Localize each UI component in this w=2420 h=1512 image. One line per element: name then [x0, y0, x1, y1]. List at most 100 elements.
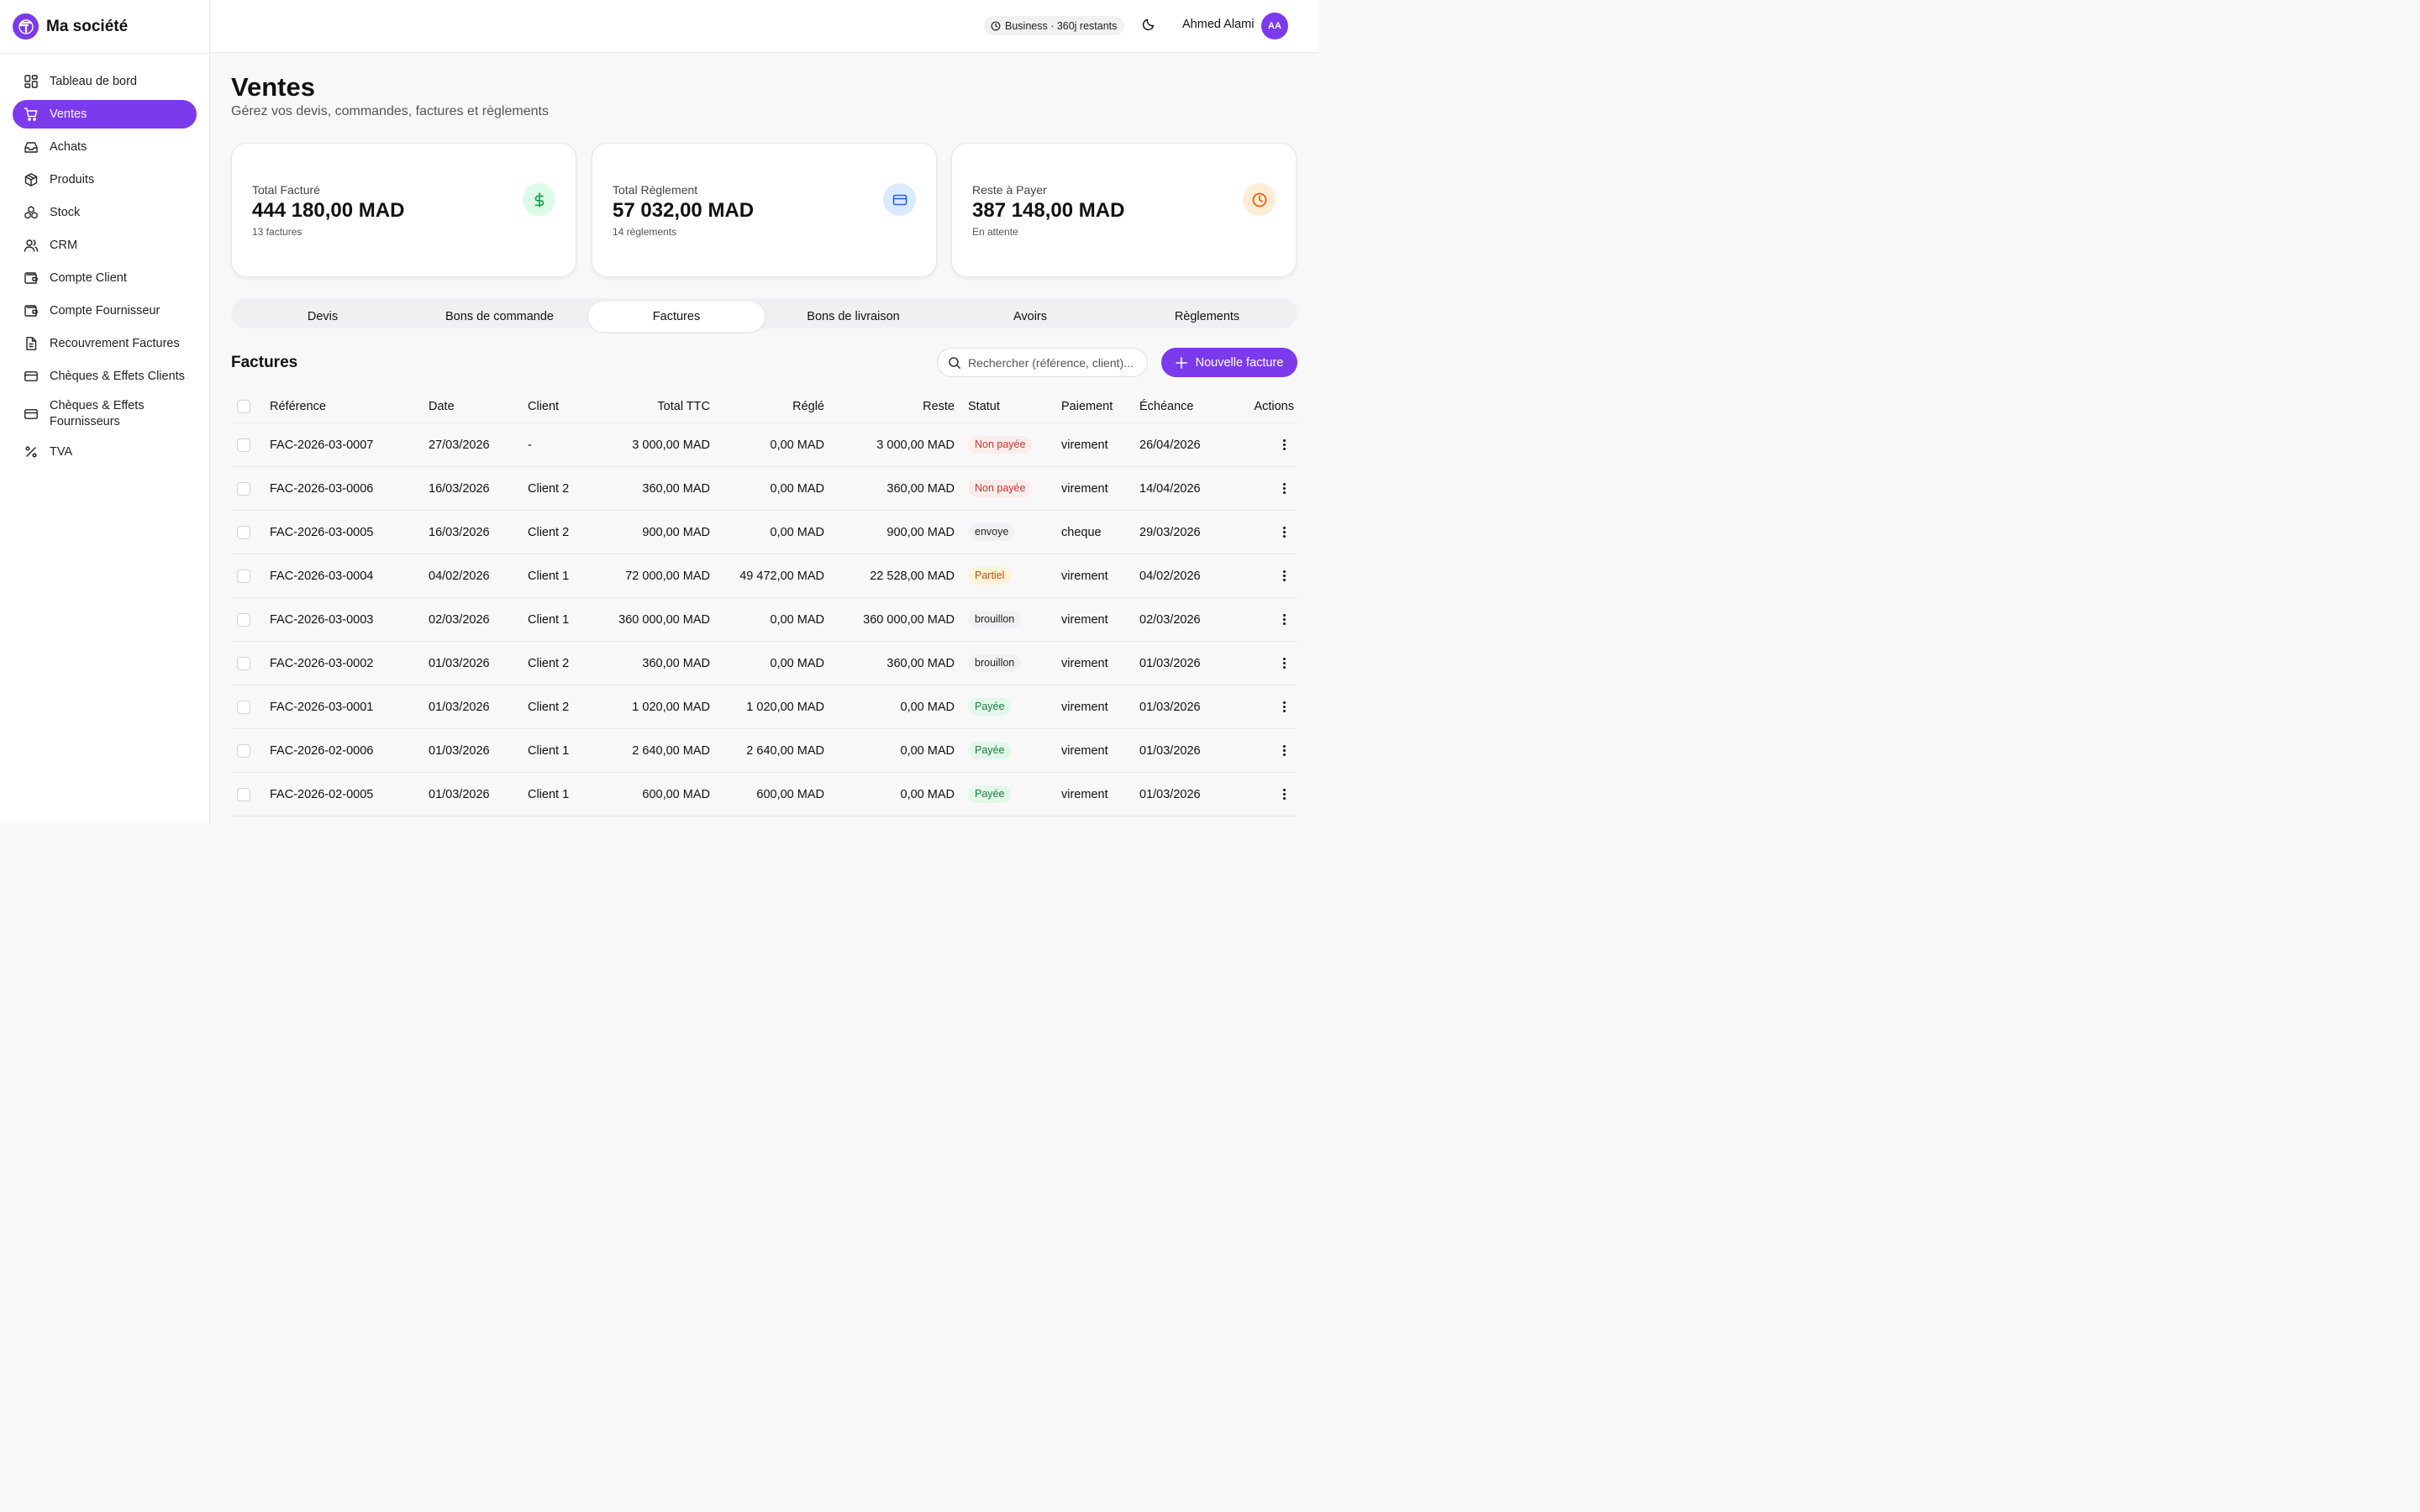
tab-bons-de-commande[interactable]: Bons de commande: [412, 302, 588, 332]
sidebar-item-produits[interactable]: Produits: [13, 165, 197, 194]
search-box[interactable]: [937, 348, 1148, 377]
tab-bons-de-livraison[interactable]: Bons de livraison: [765, 302, 942, 332]
card-label: Total Facturé: [252, 183, 320, 197]
header-echeance[interactable]: Échéance: [1139, 390, 1194, 423]
cell-echeance: 01/03/2026: [1139, 787, 1201, 801]
table-row[interactable]: FAC-2026-03-0006 16/03/2026 Client 2 360,00…: [231, 467, 1297, 511]
cell-reference[interactable]: FAC-2026-03-0006: [270, 467, 373, 510]
sidebar-item-cheques-effets-clients[interactable]: Chèques & Effets Clients: [13, 362, 197, 391]
credit-card-icon: [883, 183, 916, 216]
percent-icon: [23, 444, 39, 460]
table-row[interactable]: FAC-2026-02-0006 01/03/2026 Client 1 2 640,…: [231, 729, 1297, 773]
sidebar: Ma société Tableau de bord Ventes Achats Pr…: [0, 0, 210, 823]
user-name[interactable]: Ahmed Alami: [1182, 18, 1254, 31]
card-value: 57 032,00 MAD: [613, 199, 755, 222]
header-paiement[interactable]: Paiement: [1061, 390, 1113, 423]
more-actions-icon[interactable]: [1277, 524, 1291, 541]
cell-reference[interactable]: FAC-2026-02-0006: [270, 729, 373, 772]
status-badge: Payée: [968, 698, 1012, 716]
plan-badge[interactable]: Business · 360j restants: [984, 16, 1125, 35]
tab-reglements[interactable]: Règlements: [1119, 302, 1296, 332]
more-actions-icon[interactable]: [1277, 612, 1291, 628]
cell-date: 02/03/2026: [429, 612, 490, 627]
table-row[interactable]: FAC-2026-03-0002 01/03/2026 Client 2 360,00…: [231, 642, 1297, 685]
card-value: 387 148,00 MAD: [972, 199, 1125, 222]
cell-date: 16/03/2026: [429, 525, 490, 539]
sidebar-item-tva[interactable]: TVA: [13, 438, 197, 466]
header-total-ttc[interactable]: Total TTC: [609, 390, 710, 423]
more-actions-icon[interactable]: [1277, 437, 1291, 454]
sidebar-item-crm[interactable]: CRM: [13, 231, 197, 260]
sidebar-item-compte-fournisseur[interactable]: Compte Fournisseur: [13, 297, 197, 325]
row-checkbox[interactable]: [237, 481, 250, 496]
tab-devis[interactable]: Devis: [234, 302, 411, 332]
header-regle[interactable]: Réglé: [727, 390, 824, 423]
sidebar-item-achats[interactable]: Achats: [13, 133, 197, 161]
cell-reference[interactable]: FAC-2026-03-0001: [270, 685, 373, 728]
sidebar-item-label: CRM: [50, 238, 78, 252]
sidebar-item-recouvrement-factures[interactable]: Recouvrement Factures: [13, 329, 197, 358]
sidebar-item-stock[interactable]: Stock: [13, 198, 197, 227]
more-actions-icon[interactable]: [1277, 699, 1291, 716]
row-checkbox[interactable]: [237, 700, 250, 714]
sidebar-item-cheques-effets-fournisseurs[interactable]: Chèques & Effets Fournisseurs: [13, 395, 197, 433]
row-checkbox[interactable]: [237, 569, 250, 583]
tab-avoirs[interactable]: Avoirs: [942, 302, 1118, 332]
row-checkbox[interactable]: [237, 743, 250, 758]
new-invoice-button[interactable]: Nouvelle facture: [1161, 348, 1297, 377]
header-reference[interactable]: Référence: [270, 390, 326, 423]
cell-reste: 0,00 MAD: [900, 700, 955, 714]
sidebar-item-tableau-de-bord[interactable]: Tableau de bord: [13, 67, 197, 96]
cell-date: 01/03/2026: [429, 656, 490, 670]
table-row[interactable]: FAC-2026-02-0005 01/03/2026 Client 1 600,00…: [231, 773, 1297, 816]
table-row[interactable]: FAC-2026-03-0004 04/02/2026 Client 1 72 000…: [231, 554, 1297, 598]
row-checkbox[interactable]: [237, 787, 250, 801]
more-actions-icon[interactable]: [1277, 480, 1291, 497]
sidebar-item-label: Stock: [50, 205, 81, 219]
cell-reste: 360 000,00 MAD: [863, 612, 955, 627]
search-input[interactable]: [968, 355, 1140, 370]
cell-paiement: virement: [1061, 656, 1108, 670]
cell-reference[interactable]: FAC-2026-03-0004: [270, 554, 373, 597]
row-checkbox[interactable]: [237, 525, 250, 539]
cell-regle: 0,00 MAD: [770, 438, 824, 452]
total-reglement-card: Total Règlement 57 032,00 MAD 14 règlement…: [592, 143, 937, 277]
row-checkbox[interactable]: [237, 612, 250, 627]
header-statut[interactable]: Statut: [968, 390, 1000, 423]
sidebar-item-ventes[interactable]: Ventes: [13, 100, 197, 129]
theme-toggle-button[interactable]: [1140, 18, 1157, 34]
sidebar-item-label: Ventes: [50, 107, 87, 121]
cell-total-ttc: 2 640,00 MAD: [632, 743, 710, 758]
cell-reference[interactable]: FAC-2026-03-0005: [270, 511, 373, 554]
status-badge: Partiel: [968, 567, 1012, 585]
table-row[interactable]: FAC-2026-03-0001 01/03/2026 Client 2 1 020,…: [231, 685, 1297, 729]
more-actions-icon[interactable]: [1277, 568, 1291, 585]
table-row[interactable]: FAC-2026-03-0003 02/03/2026 Client 1 360 00…: [231, 598, 1297, 642]
select-all-checkbox[interactable]: [237, 399, 250, 413]
cell-reste: 22 528,00 MAD: [870, 569, 955, 583]
cell-echeance: 02/03/2026: [1139, 612, 1201, 627]
cell-reference[interactable]: FAC-2026-02-0005: [270, 773, 373, 816]
tab-factures[interactable]: Factures: [588, 302, 765, 332]
cell-client: Client 1: [528, 612, 570, 627]
table-row[interactable]: FAC-2026-03-0007 27/03/2026 - 3 000,00 MAD 0…: [231, 423, 1297, 467]
cell-reference[interactable]: FAC-2026-03-0003: [270, 598, 373, 641]
more-actions-icon[interactable]: [1277, 743, 1291, 759]
cell-paiement: virement: [1061, 700, 1108, 714]
more-actions-icon[interactable]: [1277, 655, 1291, 672]
brand[interactable]: Ma société: [0, 0, 209, 54]
cell-reference[interactable]: FAC-2026-03-0007: [270, 423, 373, 466]
avatar[interactable]: AA: [1261, 13, 1288, 39]
cell-reste: 0,00 MAD: [900, 787, 955, 801]
header-reste[interactable]: Reste: [836, 390, 955, 423]
new-invoice-button-label: Nouvelle facture: [1195, 355, 1284, 370]
row-checkbox[interactable]: [237, 656, 250, 670]
header-date[interactable]: Date: [429, 390, 455, 423]
sidebar-item-compte-client[interactable]: Compte Client: [13, 264, 197, 292]
row-checkbox[interactable]: [237, 438, 250, 452]
sidebar-item-label: Compte Client: [50, 270, 127, 285]
header-client[interactable]: Client: [528, 390, 559, 423]
more-actions-icon[interactable]: [1277, 786, 1291, 803]
table-row[interactable]: FAC-2026-03-0005 16/03/2026 Client 2 900,00…: [231, 511, 1297, 554]
cell-reference[interactable]: FAC-2026-03-0002: [270, 642, 373, 685]
